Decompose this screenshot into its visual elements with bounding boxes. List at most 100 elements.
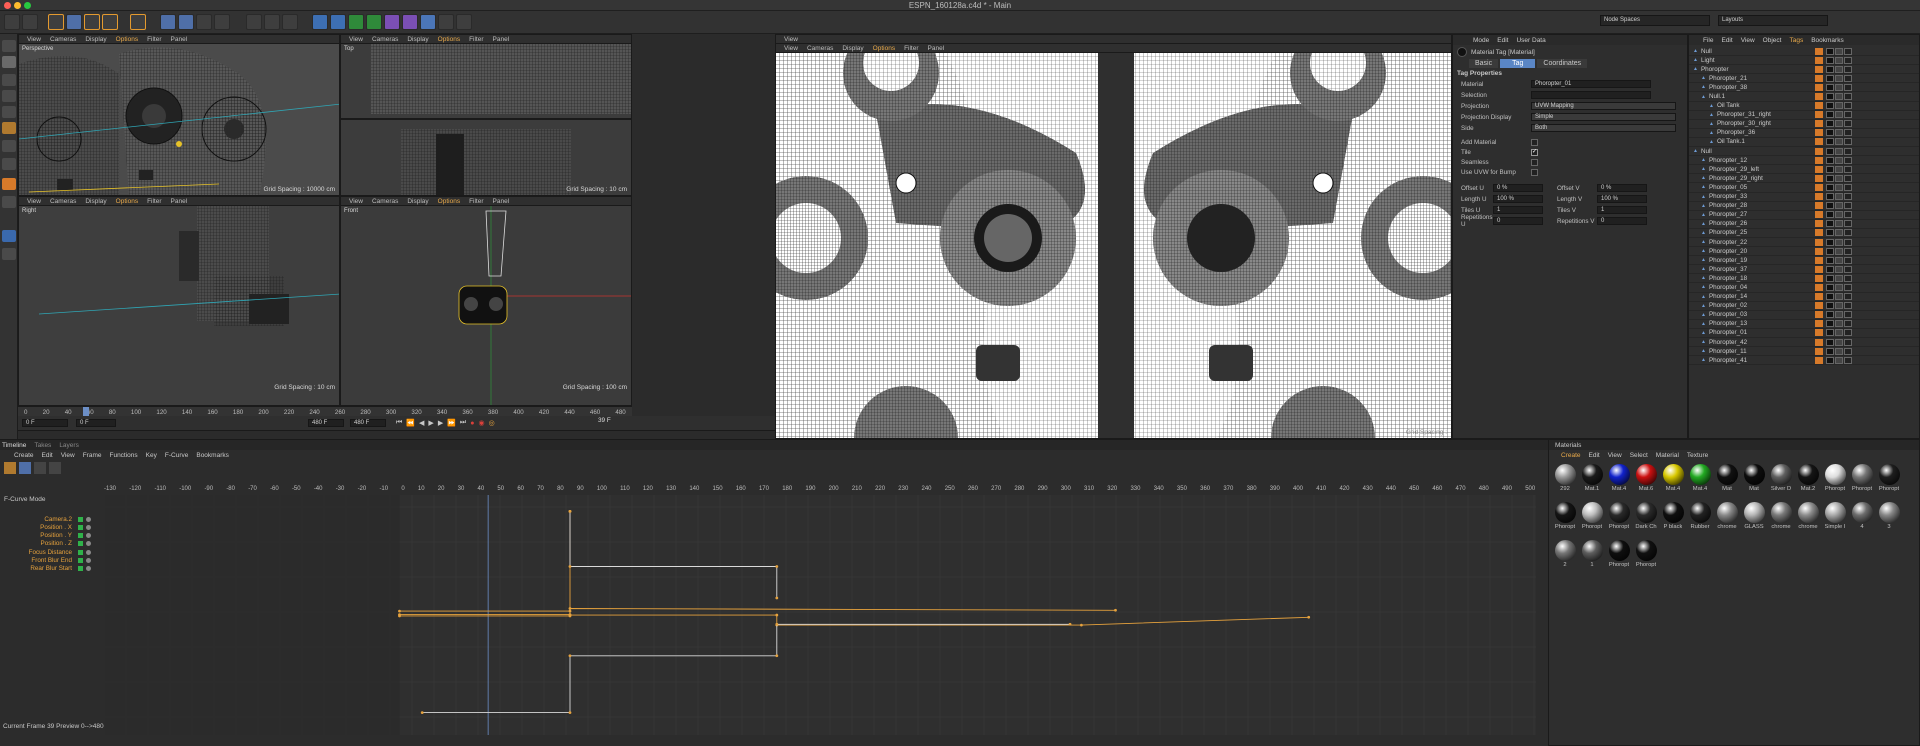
material-tag-icon[interactable]	[1843, 193, 1852, 201]
offset-v-field[interactable]: 0 %	[1597, 184, 1647, 192]
material-tag-icon[interactable]	[1834, 138, 1843, 146]
material-tag-icon[interactable]	[1843, 283, 1852, 291]
menu-cameras[interactable]: Cameras	[372, 198, 398, 205]
layer-tag-icon[interactable]	[1814, 183, 1823, 191]
spline-icon[interactable]	[402, 14, 418, 30]
material-swatch[interactable]: Phoropt	[1823, 462, 1847, 497]
material-swatch[interactable]: GLASS	[1742, 500, 1766, 535]
viewport-top[interactable]: View Cameras Display Options Filter Panel Top…	[340, 34, 632, 196]
track-row[interactable]: Camera.2	[14, 515, 91, 523]
keyframe[interactable]	[398, 609, 401, 613]
material-swatch[interactable]: chrome	[1715, 500, 1739, 535]
material-swatch[interactable]: Mat.1	[1580, 462, 1604, 497]
tab-layers[interactable]: Layers	[59, 442, 79, 449]
menu-options[interactable]: Options	[438, 36, 460, 43]
menu-functions[interactable]: Functions	[109, 452, 137, 459]
object-row[interactable]: ▲ Phoropter_03	[1689, 311, 1919, 320]
material-tag-icon[interactable]	[1834, 183, 1843, 191]
menu-display[interactable]: Display	[85, 198, 106, 205]
keyframe-selection-icon[interactable]: ◎	[489, 419, 495, 427]
material-tag-icon[interactable]	[1825, 138, 1834, 146]
material-swatch[interactable]: chrome	[1796, 500, 1820, 535]
keyframe[interactable]	[568, 654, 572, 658]
layer-tag-icon[interactable]	[1814, 320, 1823, 328]
render-picture-viewer-icon[interactable]	[264, 14, 280, 30]
object-row[interactable]: ▲ Phoropter_05	[1689, 183, 1919, 193]
layer-tag-icon[interactable]	[1814, 220, 1823, 228]
material-tag-icon[interactable]	[1825, 102, 1834, 110]
menu-display[interactable]: Display	[407, 36, 428, 43]
keyframe[interactable]	[775, 622, 779, 626]
material-swatch[interactable]: Mat.6	[1634, 462, 1658, 497]
keyframe[interactable]	[568, 607, 572, 610]
material-tag-icon[interactable]	[1843, 347, 1852, 355]
material-tag-icon[interactable]	[1843, 211, 1852, 219]
material-swatch[interactable]: P black	[1661, 500, 1685, 535]
preview-end-field[interactable]: 480 F	[350, 419, 386, 427]
material-tag-icon[interactable]	[1843, 47, 1852, 55]
workplane-icon[interactable]	[2, 196, 16, 208]
ripple-icon[interactable]	[34, 462, 46, 474]
light-icon[interactable]	[456, 14, 472, 30]
material-tag-icon[interactable]	[1843, 183, 1852, 191]
layer-tag-icon[interactable]	[1814, 93, 1823, 101]
material-tag-icon[interactable]	[1825, 74, 1834, 82]
menu-tags[interactable]: Tags	[1789, 37, 1803, 44]
menu-user-data[interactable]: User Data	[1516, 37, 1545, 44]
layer-tag-icon[interactable]	[1814, 174, 1823, 182]
material-tag-icon[interactable]	[1834, 220, 1843, 228]
layer-tag-icon[interactable]	[1814, 156, 1823, 164]
layer-tag-icon[interactable]	[1814, 211, 1823, 219]
coordinate-system-icon[interactable]	[214, 14, 230, 30]
material-tag-icon[interactable]	[1825, 338, 1834, 346]
object-row[interactable]: ▲ Phoropter_20	[1689, 247, 1919, 257]
material-tag-icon[interactable]	[1825, 247, 1834, 255]
undo-icon[interactable]	[4, 14, 20, 30]
material-tag-icon[interactable]	[1834, 102, 1843, 110]
autokey-icon[interactable]: ◉	[478, 419, 484, 427]
menu-cameras[interactable]: Cameras	[50, 36, 76, 43]
layer-tag-icon[interactable]	[1814, 256, 1823, 264]
subdivision-icon[interactable]	[348, 14, 364, 30]
object-row[interactable]: ▲ Phoropter_13	[1689, 320, 1919, 329]
material-tag-icon[interactable]	[1825, 174, 1834, 182]
menu-edit[interactable]: Edit	[1589, 452, 1600, 459]
object-row[interactable]: ▲ Null	[1689, 47, 1919, 57]
end-frame-field[interactable]: 480 F	[308, 419, 344, 427]
snap-keys-icon[interactable]	[49, 462, 61, 474]
menu-texture[interactable]: Texture	[1687, 452, 1708, 459]
keyframe[interactable]	[1068, 622, 1072, 626]
tile-checkbox[interactable]: ✓	[1531, 148, 1538, 156]
material-tag-icon[interactable]	[1843, 274, 1852, 282]
y-axis-icon[interactable]	[178, 14, 194, 30]
menu-key[interactable]: Key	[146, 452, 157, 459]
object-row[interactable]: ▲ Phoropter_14	[1689, 293, 1919, 302]
material-tag-icon[interactable]	[1825, 256, 1834, 264]
menu-filter[interactable]: Filter	[147, 198, 161, 205]
material-tag-icon[interactable]	[1834, 129, 1843, 137]
object-row[interactable]: ▲ Phoropter_27	[1689, 211, 1919, 220]
material-tag-icon[interactable]	[1825, 111, 1834, 119]
menu-bookmarks[interactable]: Bookmarks	[196, 452, 229, 459]
menu-create[interactable]: Create	[14, 452, 34, 459]
material-swatch[interactable]: Phoropt	[1553, 500, 1577, 535]
material-tag-icon[interactable]	[1834, 147, 1843, 155]
menu-edit[interactable]: Edit	[1497, 37, 1508, 44]
camera-icon[interactable]	[438, 14, 454, 30]
menu-cameras[interactable]: Cameras	[372, 36, 398, 43]
layer-tag-icon[interactable]	[1814, 274, 1823, 282]
menu-options[interactable]: Options	[438, 198, 460, 205]
material-swatch[interactable]: Phoropt	[1850, 462, 1874, 497]
material-tag-icon[interactable]	[1825, 329, 1834, 337]
add-material-checkbox[interactable]	[1531, 138, 1538, 146]
material-swatch[interactable]: Phoropt	[1634, 538, 1658, 573]
material-tag-icon[interactable]	[1834, 56, 1843, 64]
layer-tag-icon[interactable]	[1814, 74, 1823, 82]
move-tool-icon[interactable]	[66, 14, 82, 30]
menu-create[interactable]: Create	[1561, 452, 1581, 459]
layer-tag-icon[interactable]	[1814, 283, 1823, 291]
viewport-main[interactable]: View View Cameras Display Options Filter Pane…	[775, 34, 1452, 439]
z-axis-icon[interactable]	[196, 14, 212, 30]
material-swatch[interactable]: Mat.4	[1688, 462, 1712, 497]
object-row[interactable]: ▲ Oil Tank	[1689, 102, 1919, 111]
